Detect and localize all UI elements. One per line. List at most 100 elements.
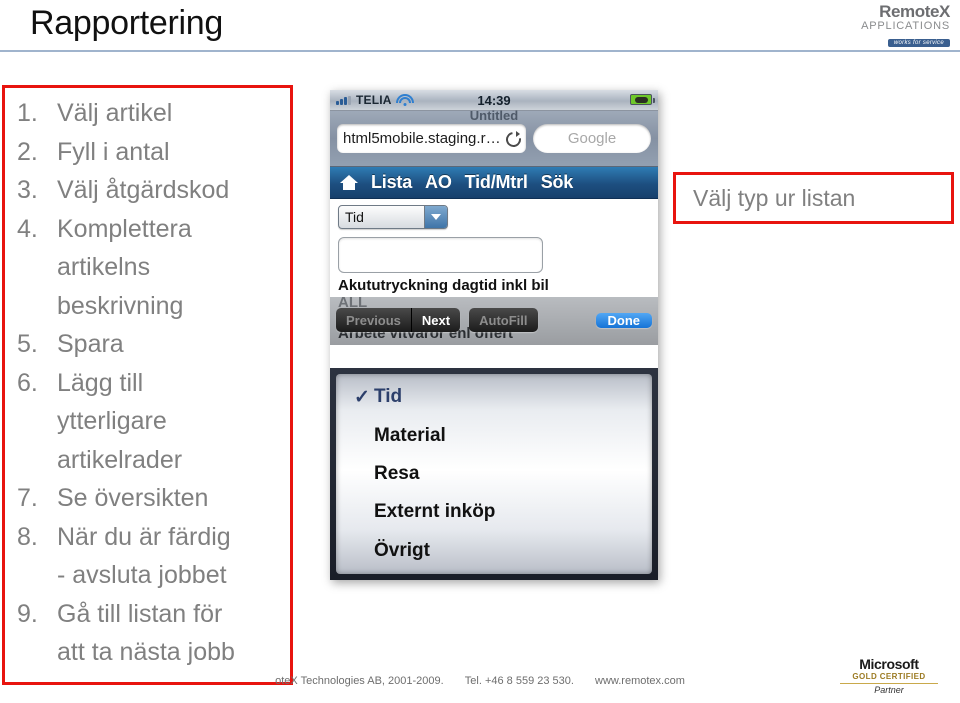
step-number: 3. [17,176,38,204]
nav-item-sok[interactable]: Sök [541,172,574,193]
steps-highlight-box: 1. Välj artikel 2. Fyll i antal 3. Välj åtgär… [2,85,293,685]
picker-option[interactable]: ✓ Tid [336,378,652,416]
microsoft-logo-partner: Partner [874,684,904,695]
step-number: 1. [17,99,38,127]
step-item: artikelns [5,248,290,287]
picker-option[interactable]: Material [336,417,652,455]
remotex-logo: RemoteX APPLICATIONS works for service [830,2,950,47]
autofill-group: AutoFill [469,308,538,332]
picker-option-label: Externt inköp [374,501,496,523]
app-navbar: Lista AO Tid/Mtrl Sök [330,167,658,199]
step-text: Se översikten [57,484,209,512]
step-item: 5. Spara [5,325,290,364]
search-field[interactable]: Google [533,124,651,153]
url-field[interactable]: html5mobile.staging.r… [337,124,526,153]
step-text: Gå till listan för [57,599,223,628]
step-text: att ta nästa jobb [57,638,235,666]
step-text: - avsluta jobbet [57,561,227,589]
picker-option-label: Tid [374,386,403,408]
step-item: 7. Se översikten [5,479,290,518]
step-item: 4. Komplettera [5,210,290,249]
picker-option-label: Resa [374,462,420,484]
picker-option[interactable]: Externt inköp [336,493,652,531]
browser-bar-row: html5mobile.staging.r… Google [337,124,651,153]
callout-text: Välj typ ur listan [693,184,856,211]
page-title: Rapportering [30,4,223,42]
safari-toolbar: Untitled html5mobile.staging.r… Google [330,108,658,167]
iphone-screenshot: TELIA 14:39 Untitled html5mobile.staging… [330,90,658,580]
app-form-area: Tid Akututryckning dagtid inkl bil [330,199,658,297]
remotex-logo-name: RemoteX [879,2,950,21]
chevron-down-icon[interactable] [424,206,447,228]
nav-item-ao[interactable]: AO [425,172,452,193]
step-item: 6. Lägg till [5,364,290,403]
step-text: Spara [57,330,124,358]
footer-phone: Tel. +46 8 559 23 530. [464,675,574,687]
step-text: artikelns [57,253,151,281]
step-number: 9. [17,599,38,628]
home-icon[interactable] [340,174,358,191]
step-text: ytterligare [57,407,167,435]
step-item: att ta nästa jobb [5,633,290,672]
step-number: 4. [17,214,38,243]
option-picker-list: ✓ Tid Material Resa Externt inköp Övrigt [336,374,652,574]
microsoft-logo-rule [840,682,938,684]
microsoft-logo-name: Microsoft [859,656,919,673]
nav-item-lista[interactable]: Lista [371,172,412,193]
next-button[interactable]: Next [410,308,460,332]
step-text: Lägg till [57,368,144,397]
option-picker: ✓ Tid Material Resa Externt inköp Övrigt [330,368,658,580]
url-text: html5mobile.staging.r… [343,130,501,147]
step-text: Komplettera [57,214,192,243]
footer-copyright: oteX Technologies AB, 2001-2009. [275,675,444,687]
remotex-logo-subtitle: APPLICATIONS [861,20,950,32]
step-item: - avsluta jobbet [5,556,290,595]
done-button[interactable]: Done [595,312,652,328]
steps-list: 1. Välj artikel 2. Fyll i antal 3. Välj åtgär… [5,88,290,672]
step-item: 9. Gå till listan för [5,595,290,634]
step-item: 8. När du är färdig [5,518,290,557]
autofill-button[interactable]: AutoFill [469,308,537,332]
remotex-logo-tagline: works for service [887,39,950,47]
step-item: 1. Välj artikel [5,94,290,133]
step-number: 2. [17,137,38,166]
reload-icon[interactable] [505,131,520,146]
step-text: Välj artikel [57,99,173,127]
status-clock: 14:39 [477,92,511,108]
step-number: 7. [17,484,38,512]
step-item: beskrivning [5,287,290,326]
footer: oteX Technologies AB, 2001-2009. Tel. +4… [0,675,960,687]
step-text: Välj åtgärdskod [57,176,230,204]
browser-page-title: Untitled [469,108,519,123]
text-input[interactable] [338,237,543,273]
picker-option[interactable]: Övrigt [336,532,652,570]
step-number: 5. [17,330,38,358]
step-text: När du är färdig [57,522,231,551]
footer-website: www.remotex.com [595,675,685,687]
article-label: Akututryckning dagtid inkl bil [338,277,549,294]
step-number: 8. [17,522,38,551]
step-number: 6. [17,368,38,397]
microsoft-logo-level: GOLD CERTIFIED [852,672,926,682]
check-icon: ✓ [354,386,370,408]
step-text: artikelrader [57,445,183,474]
step-item: ytterligare [5,402,290,441]
type-select[interactable]: Tid [338,205,448,229]
prev-next-group: Previous Next [336,308,461,332]
picker-option-label: Material [374,424,446,446]
step-item: 2. Fyll i antal [5,133,290,172]
microsoft-partner-logo: Microsoft GOLD CERTIFIED Partner [830,656,948,695]
step-text: beskrivning [57,291,184,320]
step-item: artikelrader [5,441,290,480]
keyboard-accessory-strip: ALL Arbete vitvaror enl offert Previous … [330,297,658,345]
previous-button[interactable]: Previous [336,308,411,332]
picker-option-label: Övrigt [374,539,430,561]
battery-full-icon [630,94,655,105]
nav-item-tid-mtrl[interactable]: Tid/Mtrl [465,172,528,193]
picker-option[interactable]: Resa [336,455,652,493]
step-item: 3. Välj åtgärdskod [5,171,290,210]
keyboard-toolbar: Previous Next AutoFill Done [330,307,658,333]
step-text: Fyll i antal [57,137,170,166]
search-placeholder: Google [567,130,617,147]
type-select-value: Tid [345,209,364,225]
